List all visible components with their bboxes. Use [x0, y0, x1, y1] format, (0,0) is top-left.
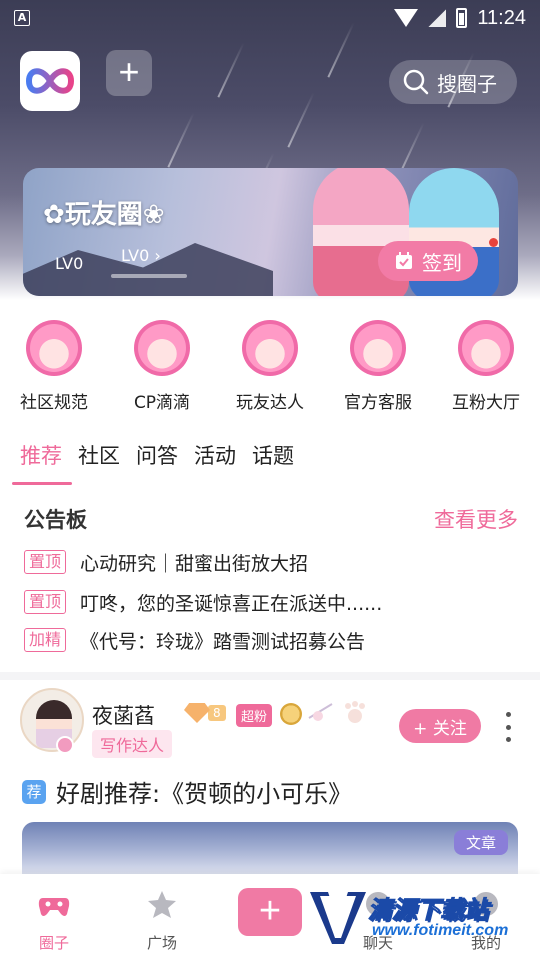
tab-events[interactable]: 活动: [194, 440, 236, 484]
notice-text: 叮咚，您的圣诞惊喜正在派送中......: [80, 592, 383, 615]
notice-tag: 置顶: [24, 550, 67, 574]
board-title: 公告板: [24, 508, 87, 532]
user-avatar[interactable]: [20, 688, 84, 752]
notice-item[interactable]: 加精 《代号：玲珑》踏雪测试招募公告: [24, 626, 365, 654]
level-next[interactable]: LV0 ›: [121, 246, 161, 265]
add-circle-button[interactable]: +: [106, 50, 152, 96]
bottom-navigation: 圈子 广场 + 聊天 我的 清源下载站 www.fotimeit.com: [0, 874, 540, 960]
content-tabs: 推荐 社区 问答 活动 话题: [20, 440, 294, 484]
tab-topics[interactable]: 话题: [252, 440, 294, 484]
diamond-icon: [184, 703, 210, 723]
circle-banner[interactable]: ✿玩友圈❀ LV0 LV0 › 签到: [23, 168, 518, 296]
nav-square[interactable]: 广场: [122, 888, 202, 953]
entry-customer-service[interactable]: 官方客服: [324, 318, 432, 413]
anime-avatar-icon: [350, 320, 406, 376]
anime-avatar-icon: [458, 320, 514, 376]
app-logo[interactable]: [20, 51, 80, 111]
notice-item[interactable]: 置顶 心动研究｜甜蜜出街放大招: [24, 548, 308, 576]
publish-button[interactable]: +: [238, 888, 302, 936]
entry-cp[interactable]: CP滴滴: [108, 318, 216, 413]
notice-item[interactable]: 置顶 叮咚，您的圣诞惊喜正在派送中......: [24, 588, 382, 616]
cat-paw-decoration-icon: [345, 701, 365, 723]
infinity-logo-icon: [25, 68, 75, 94]
search-icon: [403, 69, 429, 95]
post-title-text: 好剧推荐:《贺顿的小可乐》: [56, 780, 353, 808]
search-circle-button[interactable]: 搜圈子: [389, 60, 517, 104]
calendar-check-icon: [396, 252, 412, 269]
battery-icon: [456, 8, 468, 28]
entry-community-rules[interactable]: 社区规范: [0, 318, 108, 413]
notice-text: 心动研究｜甜蜜出街放大招: [80, 552, 309, 575]
gamepad-icon: [38, 898, 70, 916]
section-divider: [0, 672, 540, 680]
quick-entries: 社区规范 CP滴滴 玩友达人 官方客服 互粉大厅: [0, 318, 540, 414]
star-icon: [148, 891, 176, 918]
notice-tag: 加精: [24, 628, 67, 652]
status-time: 11:24: [477, 6, 526, 29]
board-more-link[interactable]: 查看更多: [434, 504, 518, 534]
article-type-tag: 文章: [453, 830, 508, 855]
more-options-icon[interactable]: [506, 712, 512, 742]
entry-experts[interactable]: 玩友达人: [216, 318, 324, 413]
checkin-button[interactable]: 签到: [378, 241, 478, 281]
chevron-right-icon: ›: [154, 246, 161, 265]
level-progress-bar: [111, 274, 187, 278]
search-label: 搜圈子: [437, 71, 497, 96]
username[interactable]: 夜菡萏: [92, 700, 155, 730]
anime-avatar-icon: [134, 320, 190, 376]
follow-button[interactable]: + 关注: [399, 709, 481, 743]
tab-qa[interactable]: 问答: [136, 440, 178, 484]
watermark-logo: 清源下载站 www.fotimeit.com: [308, 888, 540, 948]
signal-icon: [428, 9, 447, 27]
entry-follow-hall[interactable]: 互粉大厅: [432, 318, 540, 413]
watermark-v-icon: [310, 892, 366, 944]
wifi-icon: [394, 9, 419, 27]
user-title-badge: 写作达人: [92, 730, 173, 758]
status-bar: A 11:24: [0, 0, 540, 36]
coin-medal-icon: [280, 703, 302, 725]
anime-avatar-icon: [242, 320, 298, 376]
notice-text: 《代号：玲珑》踏雪测试招募公告: [80, 630, 366, 653]
super-fan-badge: 超粉: [236, 704, 273, 727]
tab-recommend[interactable]: 推荐: [20, 440, 62, 484]
fairy-decoration-icon: [308, 703, 333, 721]
anime-avatar-icon: [26, 320, 82, 376]
level-badge: 8: [184, 702, 226, 724]
recommend-tag: 荐: [22, 779, 46, 804]
tab-community[interactable]: 社区: [78, 440, 120, 484]
banner-title: ✿玩友圈❀: [43, 200, 165, 230]
notification-dot: [489, 238, 498, 247]
level-current: LV0: [55, 254, 84, 273]
verified-badge-icon: [56, 736, 74, 754]
active-tab-indicator: [12, 482, 72, 485]
post-cover-image[interactable]: 文章: [22, 822, 518, 882]
notice-tag: 置顶: [24, 590, 67, 614]
notification-a-icon: A: [14, 10, 30, 26]
nav-circle[interactable]: 圈子: [14, 888, 94, 953]
post-title[interactable]: 荐 好剧推荐:《贺顿的小可乐》: [22, 774, 352, 809]
